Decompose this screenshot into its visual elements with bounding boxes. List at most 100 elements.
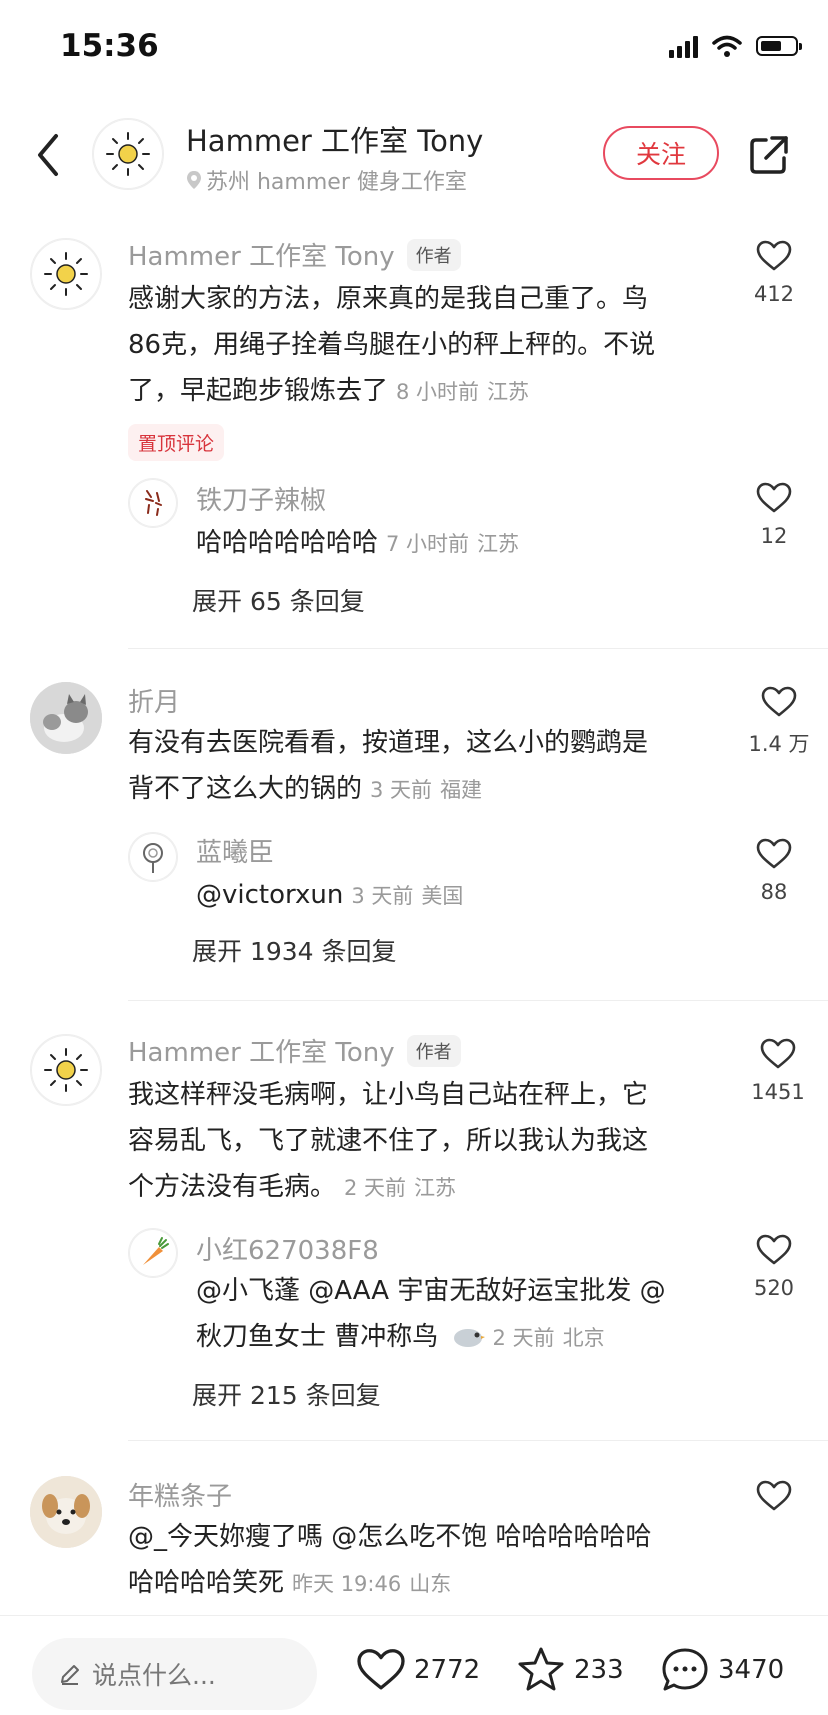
comment-1-like-button[interactable]: 412 [734,240,814,306]
divider [128,648,828,649]
pencil-icon [61,1665,79,1685]
comment-4-text: @_今天妳瘦了嗎 @怎么吃不饱 哈哈哈哈哈哈 哈哈哈哈笑死 昨天 19:46 山东 [128,1514,728,1607]
reply-3-time: 2 天前 [492,1326,555,1350]
comment-count: 3470 [718,1655,785,1685]
calligraphy-avatar-icon [145,490,162,516]
comment-4-like-button[interactable] [734,1480,814,1516]
reply-3-like-button[interactable]: 520 [734,1234,814,1300]
status-time: 15:36 [60,28,159,64]
comment-3-like-count: 1451 [751,1080,805,1104]
reply-3-username[interactable]: 小红627038F8 [196,1230,379,1267]
star-icon [518,1647,564,1691]
comment-input-placeholder: 说点什么... [92,1661,216,1690]
heart-icon [357,1649,405,1690]
pinned-comment-badge: 置顶评论 [128,424,225,461]
reply-2-time: 3 天前 [351,884,414,908]
comment-1-avatar[interactable] [30,238,102,310]
reply-3-text: @小飞蓬 @AAA 宇宙无敌好运宝批发 @ 秋刀鱼女士 曹冲称鸟 2 天前 北京 [196,1268,716,1361]
reply-1-like-count: 12 [760,524,788,548]
comment-2-like-button[interactable]: 1.4 万 [734,686,824,758]
heart-icon [756,1480,792,1511]
wifi-icon [712,35,742,57]
heart-icon [756,240,792,271]
reply-2-region: 美国 [421,884,464,908]
signal-icon [669,34,698,58]
like-button[interactable]: 2772 [356,1648,480,1692]
carrot-avatar-icon [143,1237,169,1265]
comment-1-time: 8 小时前 [396,380,480,404]
favorite-count: 233 [574,1655,624,1685]
like-count: 2772 [414,1655,481,1685]
comment-1-line: 感谢大家的方法，原来真的是我自己重了。鸟 [128,284,649,314]
heart-icon [756,1234,792,1265]
comment-2-username[interactable]: 折月 [128,682,180,719]
reply-2-text: @victorxun 3 天前 美国 [196,880,464,910]
header-location-text: 苏州 hammer 健身工作室 [206,170,467,195]
heart-icon [760,1038,796,1069]
back-chevron-icon[interactable] [30,130,70,180]
reply-3-line: @小飞蓬 @AAA 宇宙无敌好运宝批发 @ [196,1276,666,1306]
header-username[interactable]: Hammer 工作室 Tony [186,118,483,160]
comment-3-line: 容易乱飞，飞了就逮不住了，所以我认为我这 [128,1126,649,1156]
comment-1-username[interactable]: Hammer 工作室 Tony [128,236,395,273]
comment-2-time: 3 天前 [370,778,433,802]
lollipop-avatar-icon [143,843,163,873]
comment-3-region: 江苏 [414,1176,457,1200]
header-location: 苏州 hammer 健身工作室 [186,164,467,196]
comment-4-username[interactable]: 年糕条子 [128,1476,232,1513]
reply-1-text: 哈哈哈哈哈哈哈 7 小时前 江苏 [196,528,520,558]
reply-2-username[interactable]: 蓝曦臣 [196,832,274,869]
reply-3-region: 北京 [562,1326,605,1350]
comment-4-line: @_今天妳瘦了嗎 @怎么吃不饱 哈哈哈哈哈哈 [128,1522,652,1552]
reply-2-like-count: 88 [760,880,788,904]
author-badge: 作者 [406,1034,461,1067]
reply-2-avatar[interactable] [128,832,178,882]
comment-2-text: 有没有去医院看看，按道理，这么小的鹦鹉是 背不了这么大的锅的 3 天前 福建 [128,720,718,813]
comment-3-like-button[interactable]: 1451 [734,1038,822,1104]
expand-replies-link[interactable]: 展开 215 条回复 [192,1376,381,1412]
comment-3-line: 我这样秤没毛病啊，让小鸟自己站在秤上，它 [128,1080,649,1110]
divider [128,1440,828,1441]
favorite-button[interactable]: 233 [516,1646,624,1694]
location-pin-icon [187,171,201,189]
heart-icon [756,838,792,869]
share-icon[interactable] [748,134,790,176]
comment-2-like-count: 1.4 万 [748,732,810,756]
comment-3-username[interactable]: Hammer 工作室 Tony [128,1032,395,1069]
comment-2-line-last: 背不了这么大的锅的 3 天前 福建 [128,774,483,804]
comment-3-avatar[interactable] [30,1034,102,1106]
header-avatar[interactable] [92,118,164,190]
expand-replies-link[interactable]: 展开 65 条回复 [192,582,365,618]
reply-1-region: 江苏 [477,532,520,556]
comment-3-line-last: 个方法没有毛病。 2 天前 江苏 [128,1172,457,1202]
comments-button[interactable]: 3470 [660,1646,784,1694]
comment-4-region: 山东 [409,1572,452,1596]
sun-icon [44,252,88,296]
comment-2-line: 有没有去医院看看，按道理，这么小的鹦鹉是 [128,728,649,758]
status-icons [669,34,802,58]
sun-icon [106,132,150,176]
reply-1-avatar[interactable] [128,478,178,528]
heart-icon [761,686,797,717]
comment-4-avatar[interactable] [30,1476,102,1548]
heart-icon [756,482,792,513]
comment-1-text: 感谢大家的方法，原来真的是我自己重了。鸟 86克，用绳子拴着鸟腿在小的秤上秤的。… [128,276,718,415]
reply-1-like-button[interactable]: 12 [734,482,814,548]
dog-avatar-icon [30,1476,102,1548]
comment-1-line-last: 了，早起跑步锻炼去了 8 小时前 江苏 [128,376,530,406]
reply-3-avatar[interactable] [128,1228,178,1278]
cat-avatar-icon [30,682,102,754]
follow-button[interactable]: 关注 [603,126,719,180]
comment-1-header: Hammer 工作室 Tony 作者 [128,236,461,273]
reply-2-like-button[interactable]: 88 [734,838,814,904]
comment-bubble-icon [662,1648,708,1691]
expand-replies-link[interactable]: 展开 1934 条回复 [192,932,397,968]
comment-3-time: 2 天前 [344,1176,407,1200]
comment-2-avatar[interactable] [30,682,102,754]
comment-input[interactable]: 说点什么... [32,1638,317,1710]
comment-1-like-count: 412 [753,282,795,306]
sun-icon [44,1048,88,1092]
divider [128,1000,828,1001]
bird-emoji-icon [453,1329,485,1347]
reply-1-username[interactable]: 铁刀子辣椒 [196,480,326,517]
